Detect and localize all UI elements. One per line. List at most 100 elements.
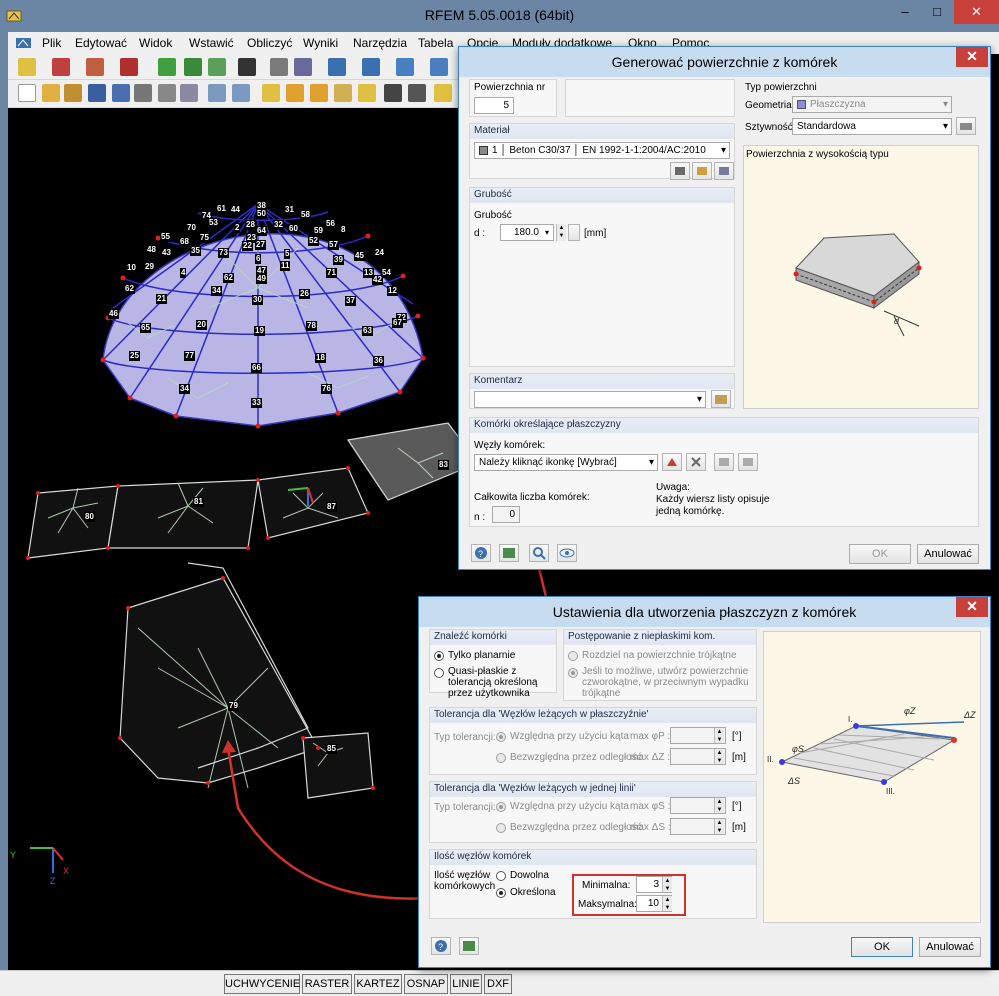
line-tool-icon[interactable] <box>52 58 70 76</box>
n-label: n : <box>474 512 486 523</box>
phi-s-spinner[interactable]: ▲ ▼ <box>714 798 724 813</box>
loadcase-tool-icon[interactable] <box>184 58 202 76</box>
min-spinner[interactable]: ▲ ▼ <box>662 877 672 892</box>
view-button[interactable] <box>557 544 577 562</box>
display-tool-icon[interactable] <box>362 58 380 76</box>
load-tool-icon[interactable] <box>158 58 176 76</box>
relative-angle-radio-2[interactable] <box>496 802 506 812</box>
dialog1-ok-button[interactable]: OK <box>849 544 911 564</box>
copy-icon[interactable] <box>358 84 376 102</box>
phi-p-spinner[interactable]: ▲ ▼ <box>714 728 724 743</box>
print-report-icon[interactable] <box>158 84 176 102</box>
new-material-button[interactable] <box>692 162 712 180</box>
open-file-icon[interactable] <box>42 84 60 102</box>
units-button-2[interactable] <box>459 937 479 955</box>
member-tool-icon[interactable] <box>86 58 104 76</box>
dialog1-close-button[interactable]: ✕ <box>956 47 988 67</box>
help-button-2[interactable]: ? <box>431 937 451 955</box>
material-select[interactable]: 1 │ Beton C30/37 │ EN 1992-1-1:2004/AC:2… <box>474 142 730 159</box>
import-nodes-button[interactable] <box>714 453 734 471</box>
thickness-arrow-button[interactable] <box>568 224 580 241</box>
dialog2-ok-button[interactable]: OK <box>851 937 913 957</box>
status-kartez[interactable]: KARTEZ <box>354 974 402 994</box>
material-library-button[interactable] <box>670 162 690 180</box>
node-tool-icon[interactable] <box>18 58 36 76</box>
view-tool-icon[interactable] <box>328 58 346 76</box>
split-triangles-radio[interactable] <box>568 651 578 661</box>
new-file-icon[interactable] <box>18 84 36 102</box>
render-tool-icon[interactable] <box>396 58 414 76</box>
dialog1-cancel-button[interactable]: Anulować <box>917 544 979 564</box>
status-uchwycenie[interactable]: UCHWYCENIE <box>224 974 300 994</box>
move-icon[interactable] <box>334 84 352 102</box>
only-planar-radio[interactable] <box>434 651 444 661</box>
status-linie[interactable]: LINIE <box>450 974 482 994</box>
print-icon[interactable] <box>134 84 152 102</box>
combination-tool-icon[interactable] <box>208 58 226 76</box>
undo-icon[interactable] <box>208 84 226 102</box>
comment-input[interactable]: ▾ <box>474 391 706 408</box>
menu-narzedzia[interactable]: Narzędzia <box>353 36 407 50</box>
chevron-down-icon[interactable]: ▾ <box>541 225 553 240</box>
cell-nodes-select[interactable]: Należy kliknąć ikonkę [Wybrać] ▾ <box>474 454 658 471</box>
settings-button[interactable] <box>529 544 549 562</box>
minimize-button[interactable]: – <box>890 0 920 24</box>
status-raster[interactable]: RASTER <box>302 974 352 994</box>
menu-obliczyc[interactable]: Obliczyć <box>247 36 292 50</box>
dialog2-close-button[interactable]: ✕ <box>956 597 988 617</box>
relative-angle-radio[interactable] <box>496 732 506 742</box>
print-preview-icon[interactable] <box>180 84 198 102</box>
menu-plik[interactable]: Plik <box>42 36 61 50</box>
menu-wstawic[interactable]: Wstawić <box>189 36 234 50</box>
absolute-distance-radio[interactable] <box>496 753 506 763</box>
section-tool-icon[interactable] <box>238 58 256 76</box>
save-all-icon[interactable] <box>112 84 130 102</box>
edit-stiffness-button[interactable] <box>956 117 976 135</box>
iso-view-icon[interactable] <box>430 58 448 76</box>
menu-widok[interactable]: Widok <box>139 36 172 50</box>
grid-tool-icon[interactable] <box>294 58 312 76</box>
any-count-radio[interactable] <box>496 871 506 881</box>
ds-spinner[interactable]: ▲ ▼ <box>714 819 724 834</box>
zoom-all-icon[interactable] <box>310 84 328 102</box>
navigator-icon[interactable] <box>408 84 426 102</box>
units-button[interactable] <box>499 544 519 562</box>
menu-wyniki[interactable]: Wyniki <box>303 36 338 50</box>
select-icon[interactable] <box>262 84 280 102</box>
select-nodes-button[interactable] <box>662 453 682 471</box>
dome-label: 20 <box>196 320 207 330</box>
measure-tool-icon[interactable] <box>270 58 288 76</box>
close-app-button[interactable]: ✕ <box>954 0 999 24</box>
edit-material-button[interactable] <box>714 162 734 180</box>
zoom-window-icon[interactable] <box>286 84 304 102</box>
quad-surfaces-radio[interactable] <box>568 668 578 678</box>
support-tool-icon[interactable] <box>120 58 138 76</box>
table-icon[interactable] <box>384 84 402 102</box>
dz-spinner[interactable]: ▲ ▼ <box>714 749 724 764</box>
plane-color-swatch <box>797 99 806 109</box>
export-nodes-button[interactable] <box>738 453 758 471</box>
quasi-planar-radio[interactable] <box>434 668 444 678</box>
menu-tabela[interactable]: Tabela <box>418 36 453 50</box>
maximize-button[interactable]: □ <box>922 0 952 24</box>
stiffness-select[interactable]: Standardowa ▾ <box>792 118 952 135</box>
status-osnap[interactable]: OSNAP <box>404 974 448 994</box>
document-icon[interactable] <box>14 35 34 51</box>
dome-label: 42 <box>372 275 383 285</box>
status-dxf[interactable]: DXF <box>484 974 512 994</box>
geometry-select[interactable]: Płaszczyzna ▾ <box>792 96 952 113</box>
help-button[interactable]: ? <box>471 544 491 562</box>
max-spinner[interactable]: ▲ ▼ <box>662 896 672 911</box>
menu-edytowac[interactable]: Edytować <box>75 36 127 50</box>
defined-count-radio[interactable] <box>496 888 506 898</box>
comment-library-button[interactable] <box>711 390 731 408</box>
thickness-spinner[interactable]: ▲ ▼ <box>556 224 566 241</box>
save-icon[interactable] <box>88 84 106 102</box>
open-folder-icon[interactable] <box>64 84 82 102</box>
absolute-distance-radio-2[interactable] <box>496 823 506 833</box>
dialog2-cancel-button[interactable]: Anulować <box>919 937 981 957</box>
surface-no-input[interactable]: 5 <box>474 97 514 114</box>
delete-nodes-button[interactable] <box>686 453 706 471</box>
redo-icon[interactable] <box>232 84 250 102</box>
results-icon[interactable] <box>434 84 452 102</box>
